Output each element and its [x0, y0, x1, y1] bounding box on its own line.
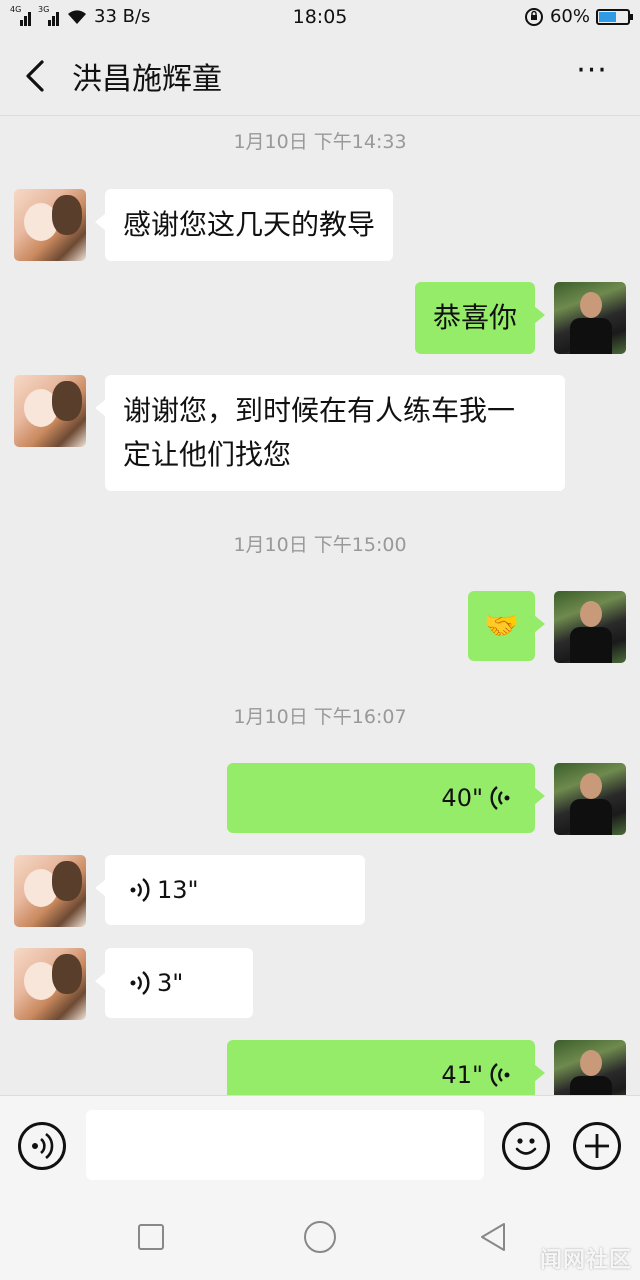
- voice-icon: [32, 1132, 54, 1160]
- voice-message-bubble[interactable]: 40": [227, 763, 545, 833]
- voice-duration: 3": [157, 969, 184, 997]
- voice-duration: 13": [157, 876, 199, 904]
- message-timestamp: 1月10日 下午15:00: [233, 534, 407, 556]
- incoming-message-bubble[interactable]: 谢谢您，到时候在有人练车我一 定让他们找您: [95, 375, 565, 491]
- input-bar: [0, 1095, 640, 1195]
- chat-title: 洪昌施辉童: [72, 62, 222, 97]
- incoming-message-bubble[interactable]: 感谢您这几天的教导: [94, 189, 394, 261]
- contact-avatar[interactable]: [14, 189, 86, 261]
- recent-apps-button[interactable]: [138, 1224, 164, 1250]
- home-button[interactable]: [304, 1221, 336, 1253]
- watermark-logo: 闻网社区: [539, 1248, 632, 1273]
- status-right: 60%: [524, 6, 633, 27]
- contact-avatar[interactable]: [14, 948, 86, 1020]
- rotation-lock-icon: [524, 7, 543, 26]
- outgoing-message-bubble[interactable]: 恭喜你: [414, 282, 546, 354]
- message-text-line: 定让他们找您: [123, 438, 292, 471]
- more-options-button[interactable]: ···: [572, 56, 612, 92]
- battery-icon: [596, 8, 633, 25]
- message-text: 感谢您这几天的教导: [123, 208, 376, 241]
- status-bar: 4G 3G 33 B/s 18:05 60%: [0, 0, 640, 34]
- contact-avatar[interactable]: [14, 375, 86, 447]
- more-features-button[interactable]: [573, 1122, 621, 1170]
- message-text-line: 谢谢您，到时候在有人练车我一: [123, 394, 516, 427]
- contact-avatar[interactable]: [14, 855, 86, 927]
- my-avatar[interactable]: [554, 591, 626, 663]
- emoji-icon: [515, 1138, 537, 1155]
- emoji-button[interactable]: [502, 1122, 550, 1170]
- chat-messages[interactable]: 1月10日 下午14:33 感谢您这几天的教导 恭喜你 谢谢您，到时候在有人练车…: [0, 117, 640, 1095]
- voice-message-bubble[interactable]: 13": [95, 855, 365, 925]
- my-avatar[interactable]: [554, 763, 626, 835]
- voice-duration: 40": [441, 784, 483, 812]
- voice-wave-icon: [490, 1063, 510, 1087]
- chevron-left-icon: [26, 60, 44, 92]
- my-avatar[interactable]: [554, 1040, 626, 1095]
- voice-wave-icon: [490, 786, 510, 810]
- voice-message-bubble[interactable]: 41": [227, 1040, 545, 1095]
- plus-icon: [585, 1134, 609, 1158]
- voice-input-button[interactable]: [18, 1122, 66, 1170]
- my-avatar[interactable]: [554, 282, 626, 354]
- battery-percent: 60%: [549, 6, 590, 27]
- back-button[interactable]: [20, 56, 56, 96]
- message-input[interactable]: [86, 1110, 484, 1180]
- message-timestamp: 1月10日 下午16:07: [233, 706, 407, 728]
- voice-duration: 41": [441, 1061, 483, 1089]
- handshake-emoji: 🤝: [484, 609, 519, 642]
- voice-message-bubble[interactable]: 3": [95, 948, 253, 1018]
- message-text: 恭喜你: [432, 301, 517, 334]
- voice-wave-icon: [130, 878, 150, 902]
- emoji-message-bubble[interactable]: 🤝: [468, 591, 545, 661]
- message-timestamp: 1月10日 下午14:33: [233, 131, 407, 153]
- voice-wave-icon: [130, 971, 150, 995]
- title-bar: 洪昌施辉童 ···: [0, 34, 640, 116]
- nav-back-icon[interactable]: [478, 1221, 508, 1253]
- system-nav-bar: 闻网社区: [0, 1195, 640, 1280]
